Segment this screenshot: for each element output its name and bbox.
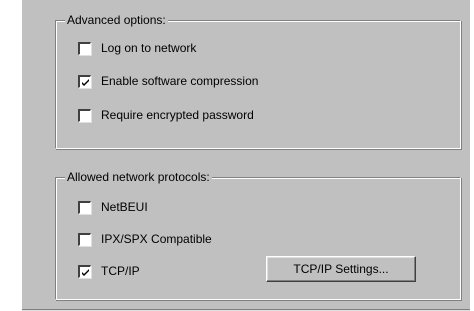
require-encrypted-password-checkbox[interactable]: Require encrypted password [78, 106, 254, 124]
checkbox-label: Enable software compression [101, 74, 259, 88]
ipx-spx-compatible-checkbox[interactable]: IPX/SPX Compatible [78, 230, 212, 248]
checkmark-icon [82, 268, 89, 276]
checkbox-label: IPX/SPX Compatible [101, 232, 212, 246]
checkbox-box[interactable] [78, 74, 91, 88]
checkbox-box[interactable] [78, 108, 91, 122]
checkbox-label: NetBEUI [101, 200, 148, 214]
checkbox-box[interactable] [78, 264, 91, 278]
dialog-panel: Advanced options: Log on to network Enab… [22, 0, 470, 311]
log-on-to-network-checkbox[interactable]: Log on to network [78, 39, 196, 57]
allowed-protocols-caption: Allowed network protocols: [65, 169, 212, 185]
advanced-options-caption: Advanced options: [65, 12, 168, 28]
checkbox-box[interactable] [78, 41, 91, 55]
allowed-protocols-group: Allowed network protocols: NetBEUI IPX/S… [55, 169, 461, 300]
advanced-options-group: Advanced options: Log on to network Enab… [55, 12, 461, 149]
netbeui-checkbox[interactable]: NetBEUI [78, 198, 148, 216]
checkbox-label: TCP/IP [101, 264, 140, 278]
checkbox-box[interactable] [78, 232, 91, 246]
checkmark-icon [82, 78, 89, 86]
checkbox-label: Log on to network [101, 41, 197, 55]
checkbox-box[interactable] [78, 200, 91, 214]
tcp-ip-settings-button[interactable]: TCP/IP Settings... [266, 256, 416, 282]
enable-software-compression-checkbox[interactable]: Enable software compression [78, 72, 258, 90]
tcp-ip-checkbox[interactable]: TCP/IP [78, 262, 140, 280]
checkbox-label: Require encrypted password [101, 108, 254, 122]
